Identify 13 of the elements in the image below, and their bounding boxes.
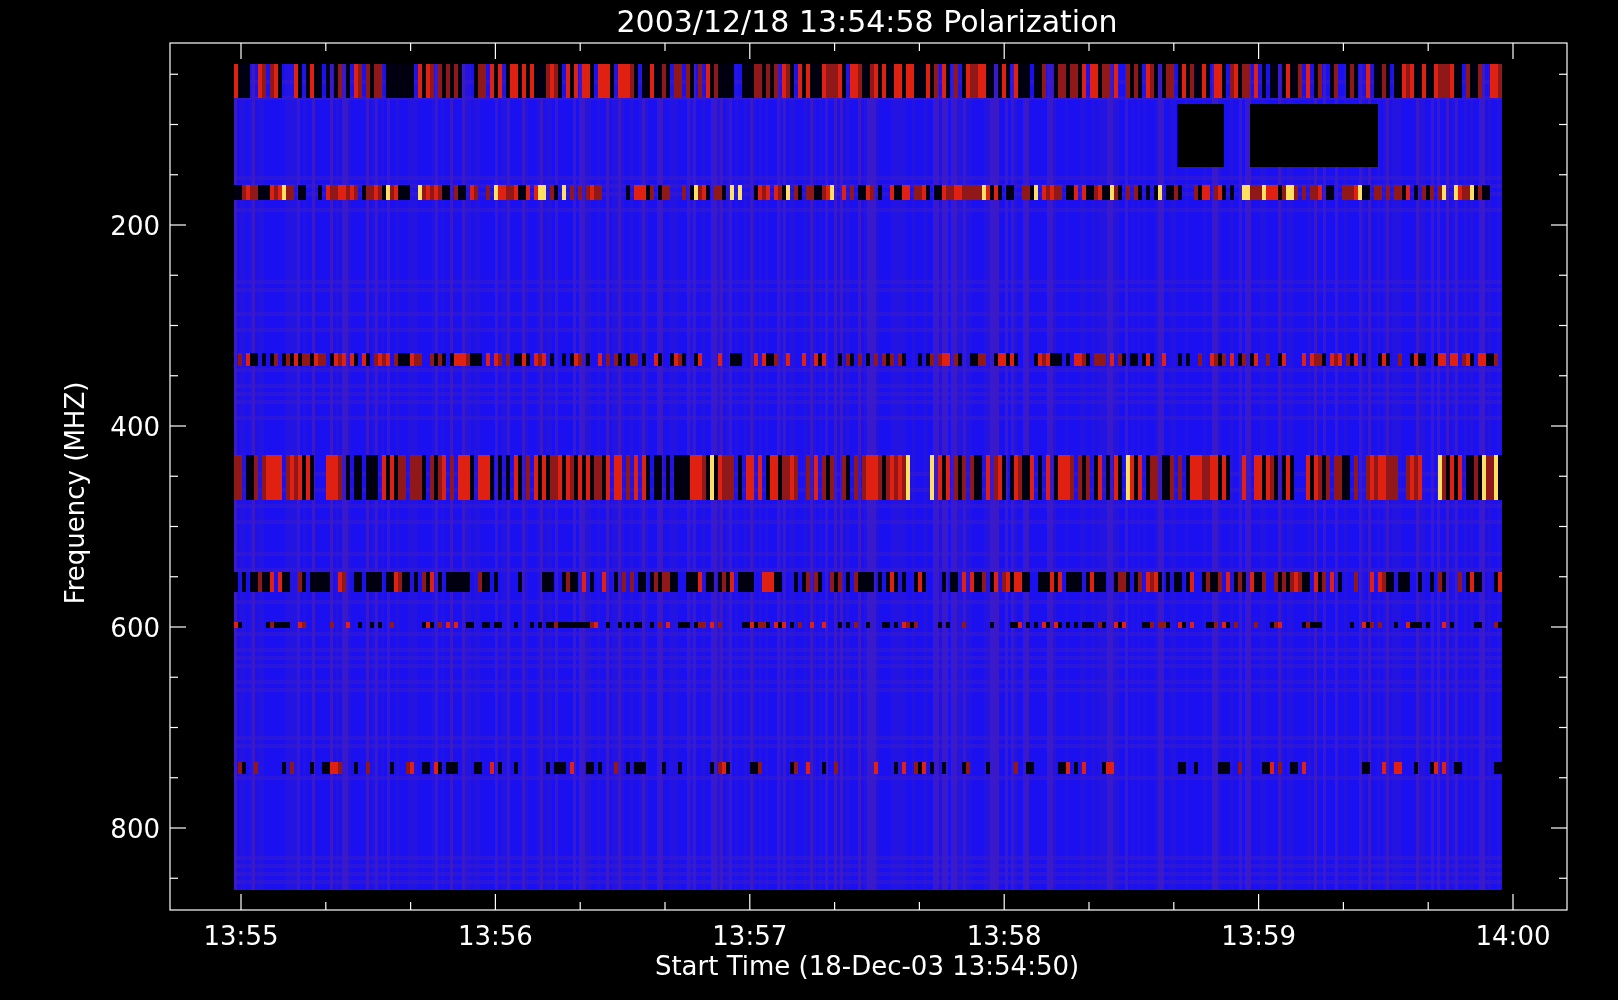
y-tick-label: 200 — [110, 211, 160, 241]
y-tick-label: 600 — [110, 613, 160, 643]
y-axis-label: Frequency (MHZ) — [60, 381, 90, 605]
chart-title: 2003/12/18 13:54:58 Polarization — [616, 4, 1118, 39]
x-tick-label: 14:00 — [1475, 921, 1551, 951]
x-tick-label: 13:59 — [1221, 921, 1297, 951]
x-axis-label: Start Time (18-Dec-03 13:54:50) — [654, 951, 1080, 981]
x-tick-label: 13:58 — [966, 921, 1042, 951]
x-tick-label: 13:57 — [712, 921, 788, 951]
x-tick-label: 13:56 — [457, 921, 533, 951]
x-tick-label: 13:55 — [203, 921, 279, 951]
y-tick-label: 400 — [110, 412, 160, 442]
y-tick-label: 800 — [110, 814, 160, 844]
